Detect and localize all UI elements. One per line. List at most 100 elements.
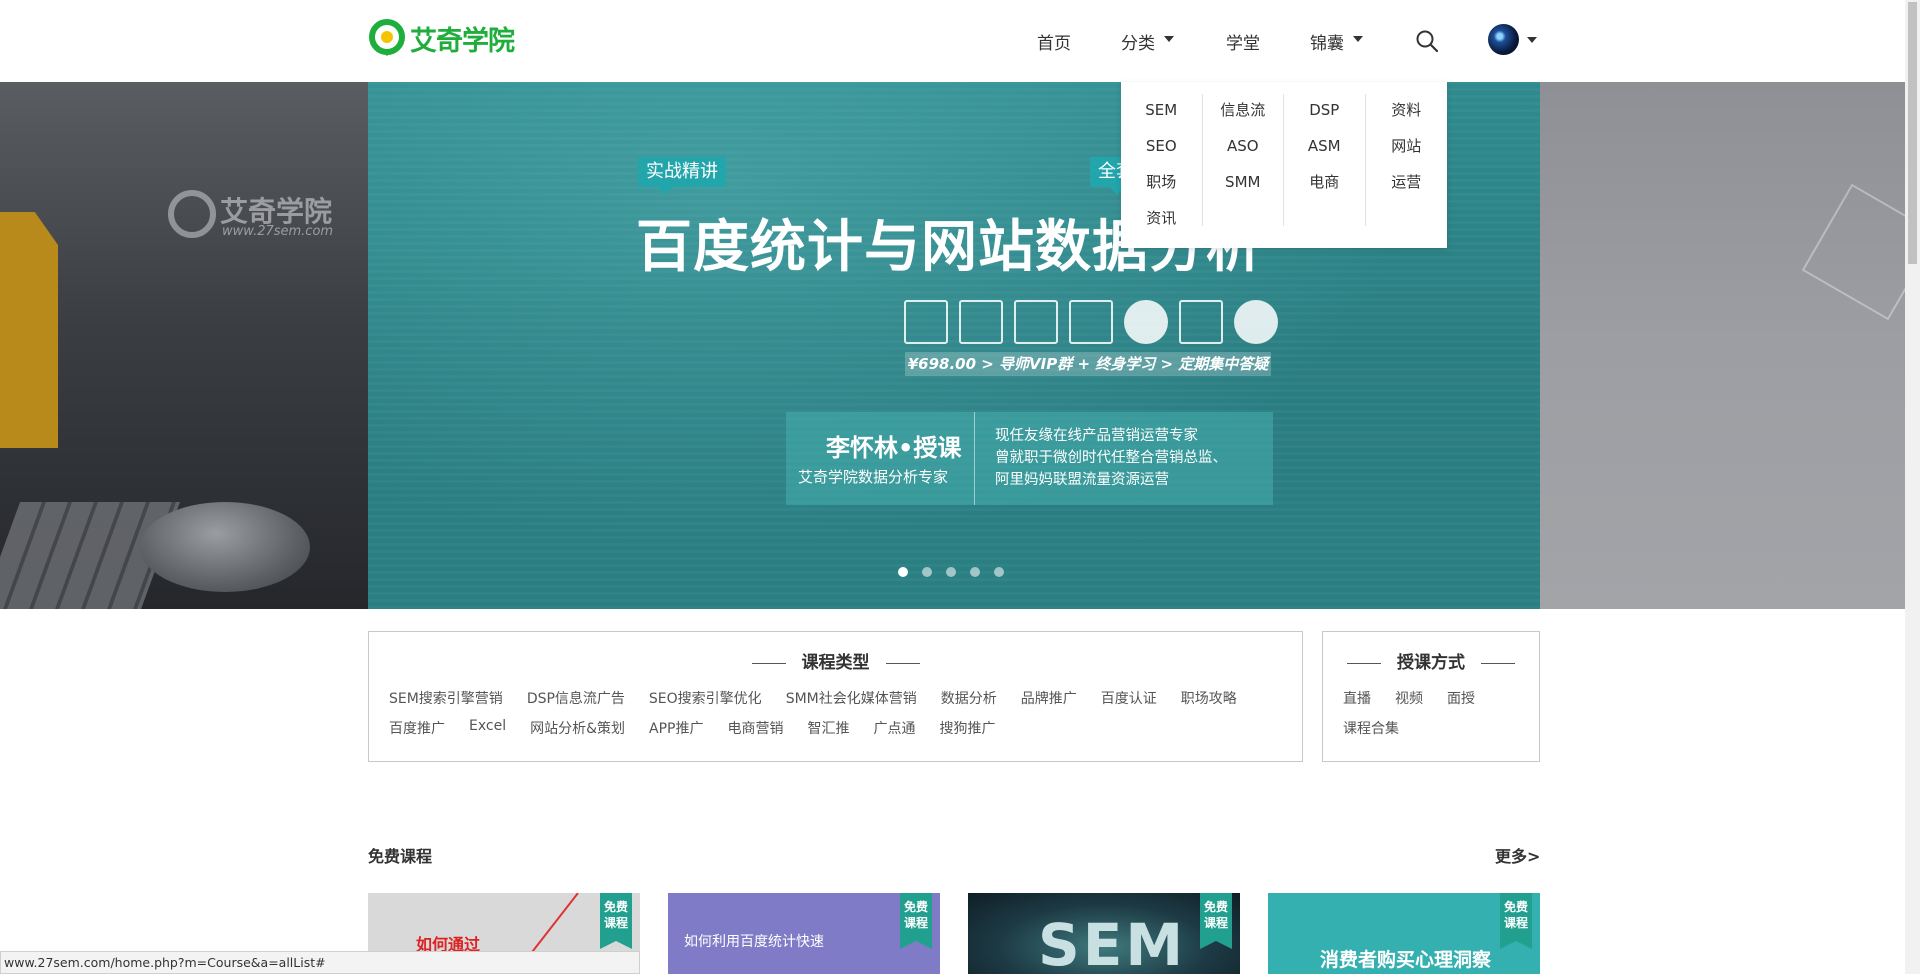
dropdown-item-website[interactable]: 网站 — [1366, 128, 1448, 164]
decorative-hexagon — [1801, 183, 1905, 321]
carousel-dot[interactable] — [970, 567, 980, 577]
course-type-link[interactable]: 百度认证 — [1101, 688, 1157, 708]
course-type-link[interactable]: 数据分析 — [941, 688, 997, 708]
watermark-url: www.27sem.com — [222, 224, 334, 239]
course-card[interactable]: 如何利用百度统计快速 免费 课程 — [668, 893, 940, 974]
dropdown-item-dsp[interactable]: DSP — [1284, 92, 1365, 128]
line-chart-icon — [1179, 300, 1223, 344]
browser-status-bar: www.27sem.com/home.php?m=Course&a=allLis… — [0, 951, 640, 974]
dropdown-item-operations[interactable]: 运营 — [1366, 164, 1448, 200]
more-link[interactable]: 更多> — [1495, 843, 1540, 867]
course-types-title: 课程类型 — [369, 648, 1302, 673]
nav-tips-label: 锦囊 — [1310, 33, 1344, 54]
edit-report-icon — [1234, 300, 1278, 344]
dropdown-item-ecommerce[interactable]: 电商 — [1284, 164, 1365, 200]
free-ribbon: 免费 课程 — [900, 893, 932, 949]
dropdown-item-seo[interactable]: SEO — [1121, 128, 1202, 164]
logo-icon — [369, 19, 405, 56]
course-type-link[interactable]: 品牌推广 — [1021, 688, 1077, 708]
banner-price-line: ¥698.00 > 导师VIP群 + 终身学习 > 定期集中答疑 — [905, 352, 1271, 376]
carousel-dot[interactable] — [994, 567, 1004, 577]
teacher-desc-line: 阿里妈妈联盟流量资源运营 — [995, 472, 1169, 488]
column-chart-icon — [1014, 300, 1058, 344]
nav-home-label: 首页 — [1037, 33, 1071, 54]
chevron-down-icon[interactable] — [1527, 37, 1537, 43]
free-ribbon: 免费 课程 — [1500, 893, 1532, 949]
teacher-desc-line: 曾就职于微创时代任整合营销总监、 — [995, 450, 1227, 466]
teacher-role: 艾奇学院数据分析专家 — [798, 468, 949, 486]
pie-chart-icon — [1124, 300, 1168, 344]
banner-tag: 实战精讲 — [638, 157, 726, 195]
carousel-dot[interactable] — [922, 567, 932, 577]
card-title: 如何利用百度统计快速 — [684, 934, 824, 950]
page: 艾奇学院 首页 分类 学堂 锦囊 艾奇学院 www.27sem.com 实战精讲… — [0, 0, 1920, 974]
course-type-link[interactable]: 百度推广 — [389, 718, 445, 738]
nav-school-label: 学堂 — [1226, 33, 1260, 54]
dropdown-column: SEM SEO 职场 资讯 — [1121, 92, 1203, 227]
course-type-link[interactable]: 智汇推 — [807, 718, 849, 738]
teaching-mode-link[interactable]: 课程合集 — [1343, 718, 1399, 738]
teaching-modes-row-2: 课程合集 — [1343, 718, 1399, 738]
chevron-down-icon — [1353, 36, 1363, 42]
hero-banner[interactable]: 艾奇学院 www.27sem.com 实战精讲 全套 百度统计与网站数据分析 ¥… — [0, 82, 1905, 609]
course-types-panel: 课程类型 SEM搜索引擎营销 DSP信息流广告 SEO搜索引擎优化 SMM社会化… — [368, 631, 1303, 762]
category-dropdown-menu: SEM SEO 职场 资讯 信息流 ASO SMM DSP ASM 电商 资料 … — [1121, 82, 1447, 248]
teacher-description: 现任友缘在线产品营销运营专家 曾就职于微创时代任整合营销总监、 阿里妈妈联盟流量… — [995, 425, 1227, 491]
course-type-link[interactable]: 电商营销 — [727, 718, 783, 738]
dropdown-item-career[interactable]: 职场 — [1121, 164, 1202, 200]
course-type-link[interactable]: APP推广 — [649, 718, 703, 738]
dropdown-item-aso[interactable]: ASO — [1203, 128, 1284, 164]
course-card[interactable]: 消费者购买心理洞察 免费 课程 — [1268, 893, 1540, 974]
free-ribbon: 免费 课程 — [600, 893, 632, 949]
course-type-link[interactable]: Excel — [469, 718, 506, 738]
teaching-modes-title: 授课方式 — [1323, 648, 1539, 673]
dropdown-item-sem[interactable]: SEM — [1121, 92, 1202, 128]
course-type-link[interactable]: 搜狗推广 — [939, 718, 995, 738]
course-type-link[interactable]: SEM搜索引擎营销 — [389, 688, 503, 708]
scrollbar-thumb[interactable] — [1908, 2, 1917, 264]
free-ribbon: 免费 课程 — [1200, 893, 1232, 949]
dropdown-item-feed[interactable]: 信息流 — [1203, 92, 1284, 128]
teacher-name: 李怀林•授课 — [826, 434, 962, 462]
banner-next-slide-preview — [1540, 82, 1905, 609]
nav-school[interactable]: 学堂 — [1226, 0, 1260, 82]
clipboard-icon — [959, 300, 1003, 344]
carousel-dots — [898, 567, 1004, 577]
carousel-dot[interactable] — [898, 567, 908, 577]
logo-text: 艾奇学院 — [410, 25, 515, 57]
carousel-dot[interactable] — [946, 567, 956, 577]
course-type-link[interactable]: SMM社会化媒体营销 — [786, 688, 917, 708]
dropdown-column: 资料 网站 运营 — [1366, 94, 1448, 226]
dropdown-item-asm[interactable]: ASM — [1284, 128, 1365, 164]
watermark-logo-icon — [168, 190, 216, 238]
user-avatar[interactable] — [1488, 24, 1519, 55]
bar-chart-icon — [904, 300, 948, 344]
search-icon[interactable] — [1415, 29, 1439, 53]
dropdown-item-resources[interactable]: 资料 — [1366, 92, 1448, 128]
card-title: SEM — [1038, 911, 1187, 974]
nav-tips[interactable]: 锦囊 — [1310, 0, 1363, 82]
dropdown-item-smm[interactable]: SMM — [1203, 164, 1284, 200]
course-type-link[interactable]: 职场攻略 — [1181, 688, 1237, 708]
dropdown-column: DSP ASM 电商 — [1284, 94, 1366, 226]
nav-home[interactable]: 首页 — [1037, 0, 1071, 82]
trend-chart-icon — [1069, 300, 1113, 344]
teacher-info: 李怀林•授课 艾奇学院数据分析专家 现任友缘在线产品营销运营专家 曾就职于微创时… — [786, 412, 1273, 505]
decorative-shape — [0, 212, 58, 448]
teaching-mode-link[interactable]: 直播 — [1343, 688, 1371, 708]
course-card[interactable]: SEM 免费 课程 — [968, 893, 1240, 974]
dropdown-item-news[interactable]: 资讯 — [1121, 200, 1202, 236]
teaching-mode-link[interactable]: 视频 — [1395, 688, 1423, 708]
nav-category[interactable]: 分类 — [1121, 0, 1174, 82]
course-type-link[interactable]: 网站分析&策划 — [530, 718, 625, 738]
teaching-modes-panel: 授课方式 直播 视频 面授 课程合集 — [1322, 631, 1540, 762]
teaching-mode-link[interactable]: 面授 — [1447, 688, 1475, 708]
site-header: 艾奇学院 首页 分类 学堂 锦囊 — [0, 0, 1905, 82]
course-type-link[interactable]: DSP信息流广告 — [527, 688, 625, 708]
dropdown-column: 信息流 ASO SMM — [1203, 92, 1284, 226]
site-logo[interactable]: 艾奇学院 — [367, 18, 515, 58]
chevron-down-icon — [1164, 36, 1174, 42]
course-type-link[interactable]: SEO搜索引擎优化 — [649, 688, 762, 708]
course-type-link[interactable]: 广点通 — [873, 718, 915, 738]
teacher-desc-line: 现任友缘在线产品营销运营专家 — [995, 428, 1198, 444]
